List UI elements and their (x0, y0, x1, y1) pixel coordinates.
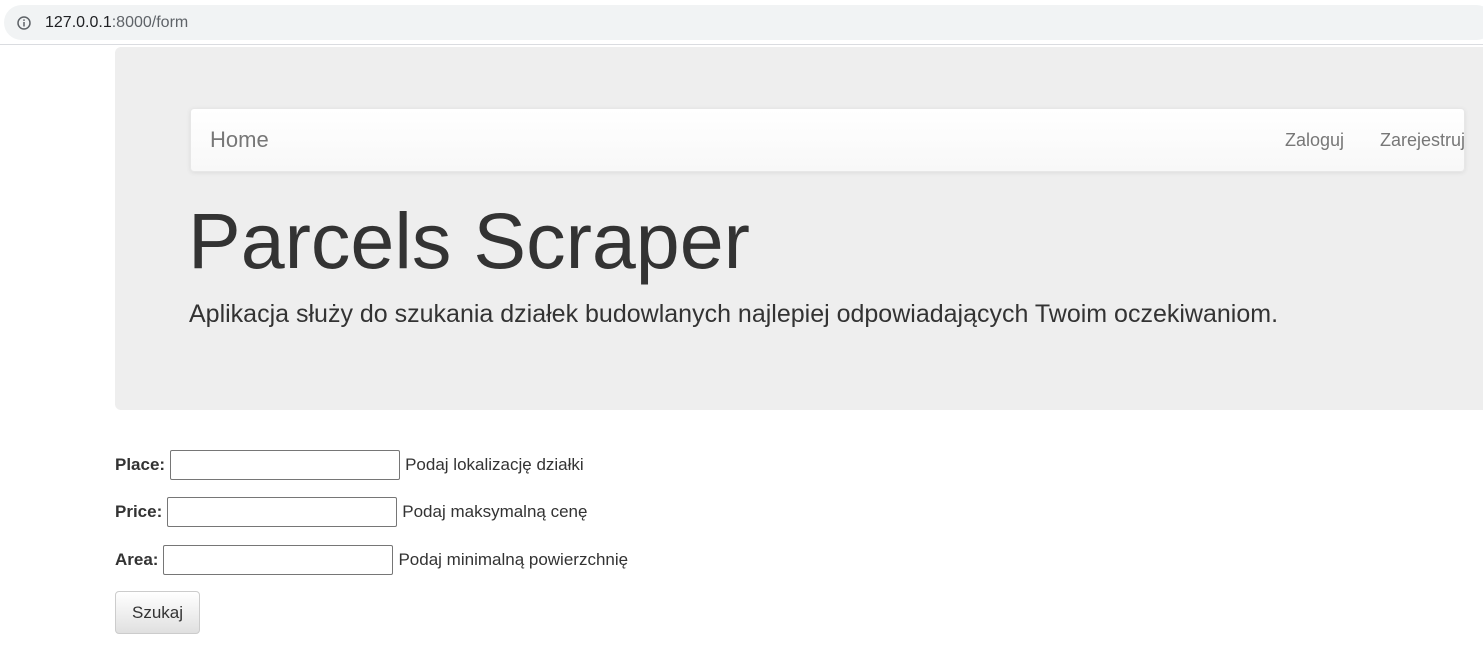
price-help-text: Podaj maksymalną cenę (402, 502, 588, 521)
place-input[interactable] (170, 450, 401, 480)
form-row-place: Place: Podaj lokalizację działki (115, 449, 584, 481)
area-help-text: Podaj minimalną powierzchnię (398, 550, 629, 569)
page-title: Parcels Scraper (188, 196, 750, 285)
nav-link-register[interactable]: Zarejestruj (1380, 130, 1465, 150)
lead-text: Aplikacja służy do szukania działek budo… (189, 300, 1279, 328)
price-input[interactable] (167, 497, 398, 527)
address-bar[interactable]: 127.0.0.1:8000/form (4, 5, 1483, 40)
url-path: :8000/form (111, 13, 189, 31)
form-row-area: Area: Podaj minimalną powierzchnię (115, 544, 628, 576)
search-submit-button[interactable]: Szukaj (115, 591, 200, 634)
navbar-brand-home[interactable]: Home (210, 128, 269, 152)
area-input[interactable] (163, 545, 394, 575)
form-row-price: Price: Podaj maksymalną cenę (115, 496, 587, 528)
price-label: Price: (115, 502, 163, 521)
place-label: Place: (115, 455, 166, 474)
jumbotron: Home Zaloguj Zarejestruj Parcels Scraper… (115, 47, 1483, 410)
info-circle-icon[interactable] (17, 15, 31, 30)
place-help-text: Podaj lokalizację działki (405, 455, 584, 474)
url-host: 127.0.0.1 (45, 13, 112, 31)
browser-divider (0, 44, 1483, 45)
area-label: Area: (115, 550, 159, 569)
url-text[interactable]: 127.0.0.1:8000/form (45, 14, 188, 32)
navbar: Home Zaloguj Zarejestruj (190, 108, 1465, 172)
nav-link-login[interactable]: Zaloguj (1285, 130, 1344, 150)
